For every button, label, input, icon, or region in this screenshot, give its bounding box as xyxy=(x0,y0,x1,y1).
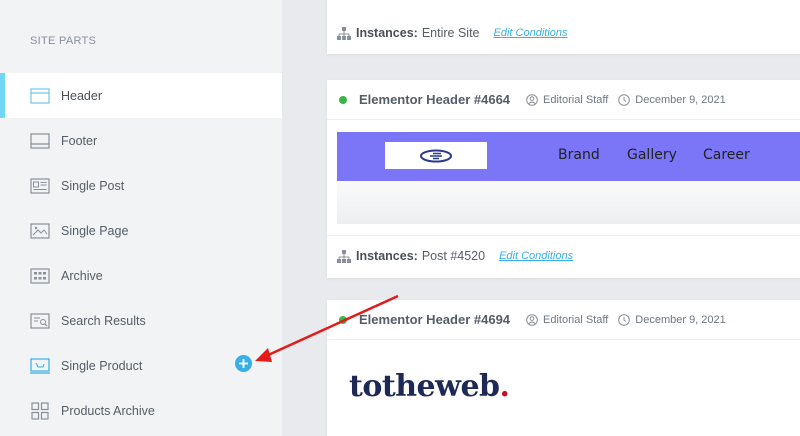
edit-conditions-link[interactable]: Edit Conditions xyxy=(499,250,573,262)
sidebar-item-label: Archive xyxy=(61,268,103,283)
user-icon xyxy=(526,93,538,106)
header-card-4664: Elementor Header #4664 Editorial Staff D… xyxy=(327,80,800,278)
clock-icon xyxy=(618,93,631,106)
single-product-icon xyxy=(30,357,50,375)
clock-icon xyxy=(618,313,631,326)
footer-icon xyxy=(30,132,50,150)
preview-body xyxy=(337,181,800,224)
sidebar-item-label: Header xyxy=(61,88,102,103)
sitemap-icon xyxy=(337,26,351,40)
template-title[interactable]: Elementor Header #4664 xyxy=(359,92,510,107)
instances-value: Entire Site xyxy=(421,26,480,40)
author-meta: Editorial Staff xyxy=(526,94,608,106)
header-preview[interactable]: totheweb. xyxy=(337,353,800,436)
sidebar-item-archive[interactable]: Archive xyxy=(0,253,282,298)
instances-label: Instances: xyxy=(356,26,418,40)
brand-logo-text: totheweb. xyxy=(349,369,510,404)
preview-logo xyxy=(385,142,487,169)
date-meta: December 9, 2021 xyxy=(618,314,726,326)
sidebar-item-single-product[interactable]: Single Product xyxy=(0,343,282,388)
site-parts-nav: Header Footer Single Post Single Page Ar xyxy=(0,73,282,433)
single-post-icon xyxy=(30,177,50,195)
sidebar-heading: SITE PARTS xyxy=(30,35,97,47)
preview-nav-gallery: Gallery xyxy=(627,147,677,163)
sidebar-item-products-archive[interactable]: Products Archive xyxy=(0,388,282,433)
status-dot xyxy=(339,95,347,104)
single-page-icon xyxy=(30,222,50,240)
archive-icon xyxy=(30,267,50,285)
template-title[interactable]: Elementor Header #4694 xyxy=(359,312,510,327)
header-card-4694: Elementor Header #4694 Editorial Staff D… xyxy=(327,300,800,436)
sidebar-item-header[interactable]: Header xyxy=(0,73,282,118)
main-content: Instances: Entire Site Edit Conditions E… xyxy=(282,0,800,436)
date-text: December 9, 2021 xyxy=(635,93,726,106)
sitemap-icon xyxy=(337,249,351,263)
search-results-icon xyxy=(30,312,50,330)
brand-text: totheweb xyxy=(349,369,500,404)
sidebar-item-single-page[interactable]: Single Page xyxy=(0,208,282,253)
header-preview[interactable]: Brand Gallery Career xyxy=(337,132,800,181)
author-meta: Editorial Staff xyxy=(526,314,608,326)
brand-dot: . xyxy=(499,369,510,404)
card-header: Elementor Header #4664 Editorial Staff D… xyxy=(327,80,800,120)
sidebar-item-footer[interactable]: Footer xyxy=(0,118,282,163)
plus-icon[interactable] xyxy=(235,355,252,372)
preview-nav-career: Career xyxy=(703,147,750,163)
edit-conditions-link[interactable]: Edit Conditions xyxy=(494,27,568,39)
site-parts-sidebar: SITE PARTS Header Footer Single Post Sin… xyxy=(0,0,282,436)
sidebar-item-label: Search Results xyxy=(61,313,146,328)
date-text: December 9, 2021 xyxy=(635,313,726,326)
status-dot xyxy=(339,315,347,324)
instances-row: Instances: Post #4520 Edit Conditions xyxy=(337,249,573,263)
instances-row: Instances: Entire Site Edit Conditions xyxy=(337,26,568,40)
instances-value: Post #4520 xyxy=(421,249,486,263)
sidebar-item-search-results[interactable]: Search Results xyxy=(0,298,282,343)
sidebar-item-label: Single Product xyxy=(61,358,143,373)
preview-nav-brand: Brand xyxy=(558,147,600,163)
sidebar-item-label: Products Archive xyxy=(61,403,155,418)
divider xyxy=(327,235,800,236)
author-name: Editorial Staff xyxy=(543,313,609,326)
sidebar-item-label: Single Post xyxy=(61,178,125,193)
sidebar-item-single-post[interactable]: Single Post xyxy=(0,163,282,208)
header-icon xyxy=(30,87,50,105)
date-meta: December 9, 2021 xyxy=(618,94,726,106)
sidebar-item-label: Footer xyxy=(61,133,98,148)
header-card-entire-site: Instances: Entire Site Edit Conditions xyxy=(327,0,800,54)
sidebar-item-label: Single Page xyxy=(61,223,129,238)
card-header: Elementor Header #4694 Editorial Staff D… xyxy=(327,300,800,340)
user-icon xyxy=(526,313,538,326)
products-archive-icon xyxy=(30,401,50,420)
author-name: Editorial Staff xyxy=(543,93,609,106)
instances-label: Instances: xyxy=(356,249,418,263)
